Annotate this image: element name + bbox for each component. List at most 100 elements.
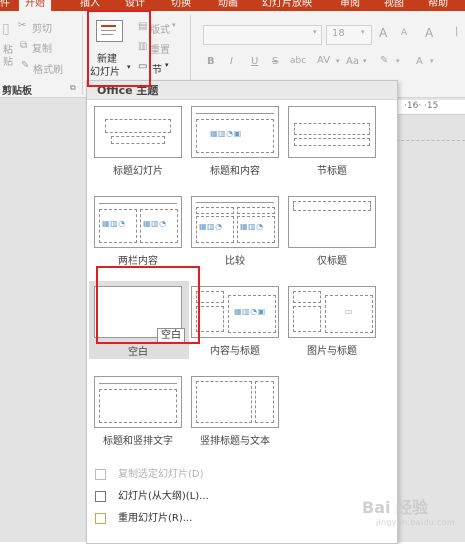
strikethrough-button[interactable]: S [272, 56, 278, 67]
ribbon-tab-bar: 件 开始 插入 设计 切换 动画 幻灯片放映 审阅 视图 帮助 [0, 0, 465, 11]
layout-section-header[interactable]: 节标题 [288, 106, 378, 177]
layout-thumbnail: ▦▥◔ ▦▥◔ [94, 196, 182, 248]
baidu-watermark: Bai 经验 jingyan.baidu.com [362, 494, 462, 534]
layout-thumbnail: ▭ [288, 286, 376, 338]
content-placeholder-icon: ▦▥◔ [240, 222, 264, 231]
bold-button[interactable]: B [207, 56, 215, 67]
layout-picture-caption[interactable]: ▭ 图片与标题 [288, 286, 378, 357]
chevron-down-icon[interactable]: ▾ [313, 28, 317, 36]
clipboard-group-label: 剪贴板 [2, 86, 32, 97]
watermark-brand: Bai 经验 [362, 498, 429, 517]
chevron-down-icon[interactable]: ▾ [396, 57, 400, 65]
reset-button[interactable]: 重置 [150, 41, 170, 56]
chevron-down-icon[interactable]: ▾ [363, 57, 367, 65]
layout-two-content[interactable]: ▦▥◔ ▦▥◔ 两栏内容 [94, 196, 184, 267]
layout-thumbnail: ▦▥◔ ▦▥◔ [191, 196, 279, 248]
format-painter-button[interactable]: 格式刷 [33, 61, 63, 76]
tab-view[interactable]: 视图 [384, 0, 404, 11]
slide-edge-guide [396, 140, 465, 141]
tab-home[interactable]: 开始 [18, 0, 52, 11]
paste-label-2: 贴 [3, 57, 13, 68]
change-case-button[interactable]: Aa [346, 56, 359, 67]
layout-label: 仅标题 [317, 256, 347, 267]
layout-thumbnail [191, 376, 279, 428]
tab-help[interactable]: 帮助 [428, 0, 448, 11]
layout-title-content[interactable]: ▦▥◔▣ 标题和内容 [191, 106, 281, 177]
reuse-slides-icon [95, 513, 106, 524]
underline-button[interactable]: U [251, 56, 258, 67]
reuse-slides-item[interactable]: 重用幻灯片(R)... [87, 508, 397, 530]
chevron-down-icon[interactable]: ▾ [361, 28, 365, 36]
layout-vertical-title-text[interactable]: 竖排标题与文本 [191, 376, 281, 447]
layout-label: 标题和竖排文字 [103, 436, 173, 447]
content-placeholder-icon: ▦▥◔▣ [210, 129, 242, 138]
content-placeholder-icon: ▦▥◔ [143, 219, 167, 228]
layout-title-only[interactable]: 仅标题 [288, 196, 378, 267]
layout-thumbnail [288, 106, 376, 158]
brush-icon: ✎ [21, 60, 30, 71]
layout-label: 空白 [128, 347, 148, 358]
layout-comparison[interactable]: ▦▥◔ ▦▥◔ 比较 [191, 196, 281, 267]
picture-placeholder-icon: ▭ [345, 307, 354, 316]
cut-button[interactable]: 剪切 [32, 20, 52, 35]
highlight-box-blank-layout [96, 266, 200, 344]
layout-label: 标题和内容 [210, 166, 260, 177]
horizontal-ruler: ·16· ·15 [396, 100, 465, 115]
content-placeholder-icon: ▦▥◔▣ [234, 307, 266, 316]
tab-review[interactable]: 审阅 [340, 0, 360, 11]
tab-file[interactable]: 件 [0, 0, 10, 11]
duplicate-slide-item[interactable]: 复制选定幻灯片(D) [87, 464, 397, 486]
duplicate-slide-label: 复制选定幻灯片(D) [118, 469, 204, 480]
highlight-icon[interactable]: ✎ [380, 55, 388, 66]
tab-transitions[interactable]: 切换 [171, 0, 191, 11]
layout-label: 内容与标题 [210, 346, 260, 357]
dialog-launcher-icon[interactable]: ⧉ [70, 83, 76, 93]
clear-format-button[interactable]: A [425, 26, 433, 40]
tab-animations[interactable]: 动画 [218, 0, 238, 11]
copy-button[interactable]: 复制 [32, 40, 52, 55]
slides-from-outline-item[interactable]: 幻灯片(从大纲)(L)... [87, 486, 397, 508]
layout-thumbnail [288, 196, 376, 248]
slides-from-outline-label: 幻灯片(从大纲)(L)... [118, 491, 209, 502]
content-placeholder-icon: ▦▥◔ [102, 219, 126, 228]
font-size-combo[interactable]: 18 ▾ [326, 25, 372, 45]
group-divider [82, 15, 83, 95]
pipe-divider: | [455, 26, 459, 37]
layout-title-vertical-text[interactable]: 标题和竖排文字 [94, 376, 184, 447]
layout-label: 节标题 [317, 166, 347, 177]
layout-label: 图片与标题 [307, 346, 357, 357]
layout-thumbnail [94, 106, 182, 158]
layout-label: 两栏内容 [118, 256, 158, 267]
layout-button[interactable]: 版式 [150, 21, 170, 36]
layout-thumbnail: ▦▥◔▣ [191, 286, 279, 338]
paste-icon[interactable]: ▯ [2, 21, 10, 37]
spacing-button[interactable]: AV [317, 55, 330, 66]
section-button[interactable]: 节 [152, 61, 162, 76]
layout-title-slide[interactable]: 标题幻灯片 [94, 106, 184, 177]
watermark-url: jingyan.baidu.com [376, 518, 455, 527]
shrink-font-button[interactable]: A [401, 28, 407, 38]
grow-font-button[interactable]: A [379, 26, 387, 40]
layout-content-caption[interactable]: ▦▥◔▣ 内容与标题 [191, 286, 281, 357]
font-name-combo[interactable] [203, 25, 322, 45]
scissors-icon: ✂ [18, 20, 27, 31]
highlight-box-new-slide [87, 10, 151, 87]
layout-thumbnail: ▦▥◔▣ [191, 106, 279, 158]
shadow-button[interactable]: abc [290, 56, 306, 66]
font-color-button[interactable]: A [416, 56, 423, 67]
chevron-down-icon[interactable]: ▾ [172, 21, 176, 29]
font-size-value: 18 [332, 28, 345, 39]
reuse-slides-label: 重用幻灯片(R)... [118, 513, 193, 524]
content-placeholder-icon: ▦▥◔ [199, 222, 223, 231]
tab-slideshow[interactable]: 幻灯片放映 [262, 0, 312, 11]
chevron-down-icon[interactable]: ▾ [336, 57, 340, 65]
layout-label: 竖排标题与文本 [200, 436, 270, 447]
chevron-down-icon[interactable]: ▾ [165, 61, 169, 69]
copy-icon: ⧉ [20, 40, 28, 51]
layout-label: 标题幻灯片 [113, 166, 163, 177]
layout-thumbnail [94, 376, 182, 428]
ruler-marks: ·16· ·15 [404, 101, 439, 111]
chevron-down-icon[interactable]: ▾ [430, 57, 434, 65]
italic-button[interactable]: I [230, 56, 233, 67]
layout-label: 比较 [225, 256, 245, 267]
